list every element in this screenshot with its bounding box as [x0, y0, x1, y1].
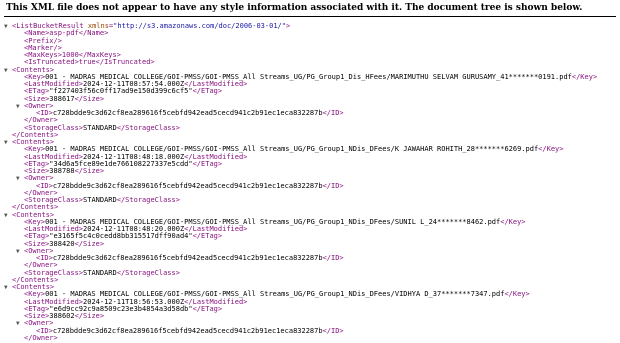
storage-class-close-tag: </StorageClass>	[116, 196, 180, 204]
key-close-tag: </Key>	[504, 290, 530, 299]
xmlns-attr-value: "http://s3.amazonaws.com/doc/2006-03-01/…	[113, 22, 286, 30]
etag-close-tag: </ETag>	[192, 87, 223, 96]
collapse-triangle-icon[interactable]: ▼	[4, 23, 12, 30]
storage-class-value: STANDARD	[83, 123, 117, 132]
xml-line-row: <IsTruncated>true</IsTruncated>	[4, 59, 618, 66]
size-close-tag: </Size>	[74, 94, 105, 103]
owner-id-close-tag: </ID>	[322, 181, 344, 190]
collapse-triangle-icon[interactable]: ▼	[4, 212, 12, 219]
xml-line-row: <Name>asp-pdf</Name>	[4, 30, 618, 37]
collapse-triangle-icon[interactable]: ▼	[16, 320, 24, 327]
xml-line-row: <Prefix/>	[4, 37, 618, 45]
etag-close-tag: </ETag>	[192, 232, 223, 241]
owner-close-row: </Owner>	[4, 333, 618, 342]
owner-id-value: c728bdde9c3d62cf8ea289616f5cebfd942ead5c…	[52, 326, 323, 335]
collapse-triangle-icon[interactable]: ▼	[4, 67, 12, 74]
storage-class-close-tag: </StorageClass>	[116, 268, 180, 277]
collapse-triangle-icon[interactable]: ▼	[16, 248, 24, 255]
no-style-message: This XML file does not appear to have an…	[6, 3, 583, 13]
collapse-triangle-icon[interactable]: ▼	[16, 175, 24, 182]
contents-close-row: </Contents>	[4, 276, 618, 284]
key-close-tag: </Key>	[571, 72, 598, 81]
owner-id-row: <ID>c728bdde9c3d62cf8ea289616f5cebfd942e…	[4, 326, 618, 335]
storage-class-close-tag: </StorageClass>	[116, 123, 180, 132]
size-close-tag: </Size>	[74, 167, 105, 175]
owner-id-close-tag: </ID>	[322, 109, 344, 117]
owner-close-tag: </Owner>	[24, 333, 58, 342]
size-row: <Size>388602</Size>	[4, 312, 618, 320]
size-row: <Size>388420</Size>	[4, 239, 618, 248]
storage-class-row: <StorageClass>STANDARD</StorageClass>	[4, 268, 618, 277]
etag-close-tag: </ETag>	[192, 304, 223, 313]
xml-tree: ▼ <ListBucketResult xmlns="http://s3.amaz…	[4, 22, 618, 342]
collapse-triangle-icon[interactable]: ▼	[4, 139, 12, 146]
size-close-tag: </Size>	[74, 312, 105, 320]
key-close-tag: </Key>	[500, 217, 526, 226]
owner-id-row: <ID>c728bdde9c3d62cf8ea289616f5cebfd942e…	[4, 109, 618, 117]
size-row: <Size>388788</Size>	[4, 167, 618, 175]
storage-class-value: STANDARD	[83, 268, 117, 277]
storage-class-row: <StorageClass>STANDARD</StorageClass>	[4, 123, 618, 132]
size-close-tag: </Size>	[74, 239, 105, 248]
size-row: <Size>388617</Size>	[4, 94, 618, 103]
collapse-triangle-icon[interactable]: ▼	[4, 284, 12, 291]
owner-id-row: <ID>c728bdde9c3d62cf8ea289616f5cebfd942e…	[4, 254, 618, 262]
contents-close-row: </Contents>	[4, 131, 618, 139]
collapse-triangle-icon[interactable]: ▼	[16, 103, 24, 110]
storage-class-row: <StorageClass>STANDARD</StorageClass>	[4, 196, 618, 204]
owner-id-row: <ID>c728bdde9c3d62cf8ea289616f5cebfd942e…	[4, 181, 618, 190]
owner-id-close-tag: </ID>	[322, 326, 344, 335]
owner-id-value: c728bdde9c3d62cf8ea289616f5cebfd942ead5c…	[52, 254, 323, 262]
root-tag-close: >	[285, 22, 291, 30]
storage-class-value: STANDARD	[83, 196, 117, 204]
contents-close-row: </Contents>	[4, 204, 618, 211]
divider	[4, 16, 616, 17]
owner-id-value: c728bdde9c3d62cf8ea289616f5cebfd942ead5c…	[52, 109, 323, 117]
owner-id-value: c728bdde9c3d62cf8ea289616f5cebfd942ead5c…	[52, 181, 323, 190]
key-close-tag: </Key>	[538, 145, 564, 154]
etag-close-tag: </ETag>	[192, 159, 223, 168]
owner-id-close-tag: </ID>	[322, 254, 344, 262]
